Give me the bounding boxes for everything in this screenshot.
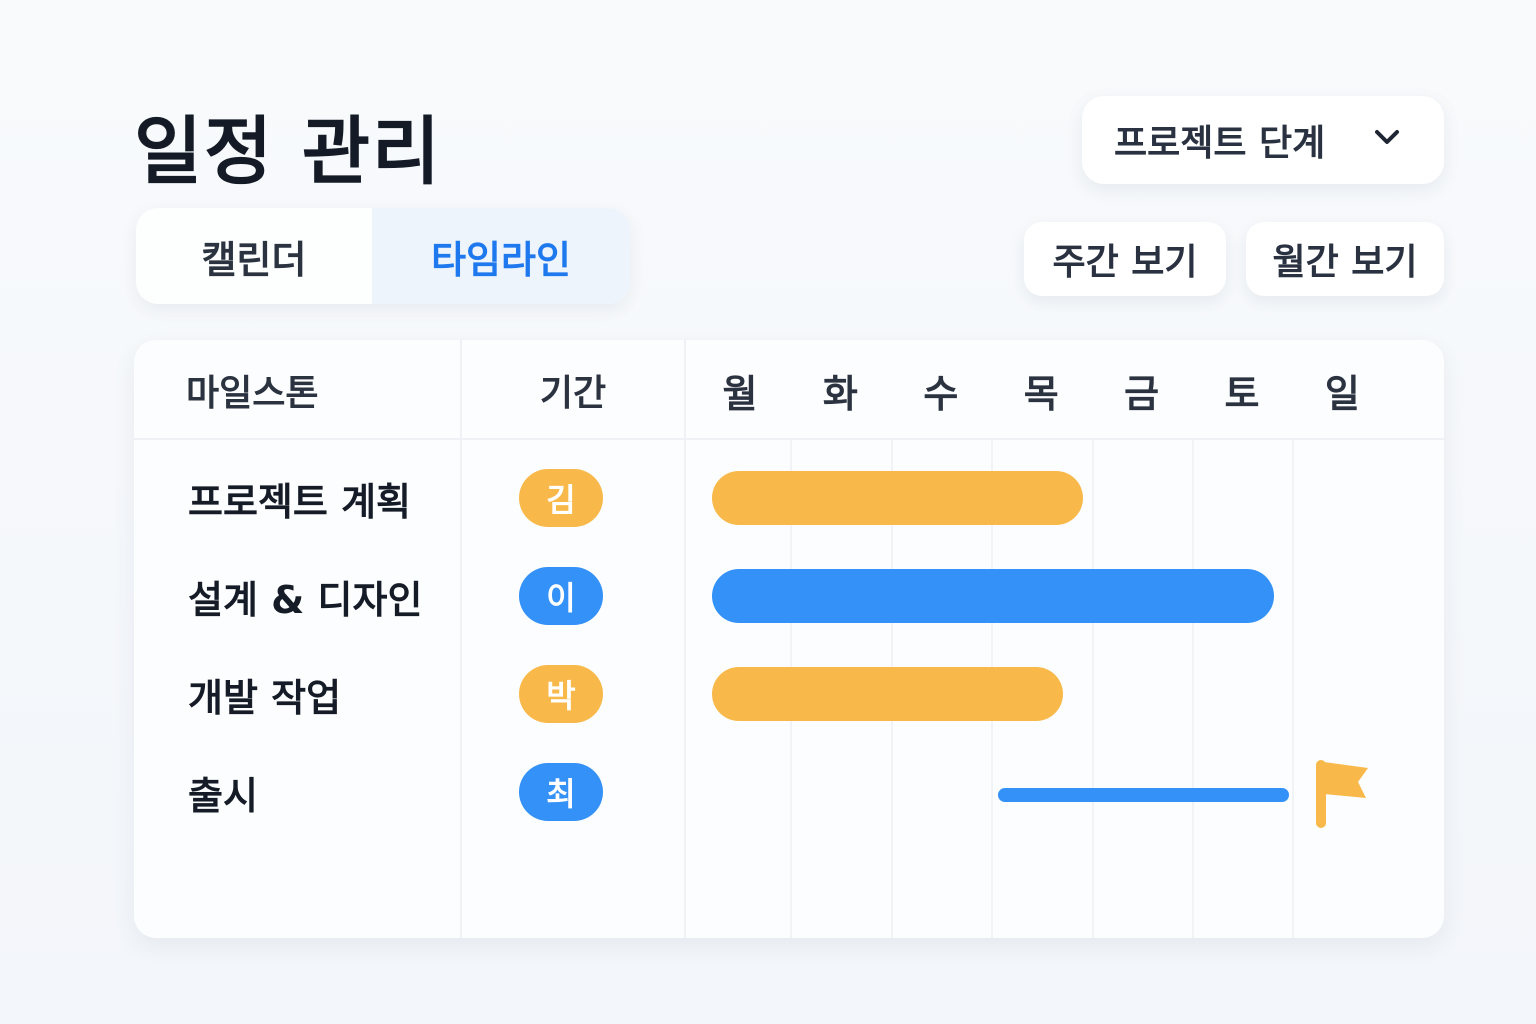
timeline-bar[interactable]	[712, 667, 1064, 721]
page-title: 일정 관리	[134, 109, 443, 195]
milestone-name: 프로젝트 계획	[188, 479, 411, 524]
flag-icon	[1314, 758, 1374, 830]
chevron-down-icon	[1372, 122, 1402, 152]
project-phase-dropdown[interactable]: 프로젝트 단계	[1082, 96, 1444, 184]
project-phase-dropdown-label: 프로젝트 단계	[1114, 123, 1326, 164]
weekly-view-button[interactable]: 주간 보기	[1024, 222, 1226, 296]
owner-badge[interactable]: 박	[519, 665, 603, 723]
header-period: 기간	[539, 373, 607, 414]
day-header: 목	[1023, 371, 1059, 416]
milestone-name: 개발 작업	[188, 675, 342, 720]
milestone-name: 설계 & 디자인	[188, 577, 423, 622]
timeline-line[interactable]	[998, 788, 1290, 802]
tab-calendar[interactable]: 캘린더	[136, 208, 372, 304]
day-grid-line	[1292, 440, 1295, 938]
view-tabs: 캘린더 타임라인	[136, 208, 630, 304]
column-divider	[684, 340, 686, 938]
tab-timeline[interactable]: 타임라인	[372, 208, 630, 304]
day-header: 월	[722, 371, 758, 416]
owner-badge[interactable]: 이	[519, 567, 603, 625]
day-header: 토	[1224, 371, 1260, 416]
header-milestone: 마일스톤	[186, 373, 319, 414]
day-header: 금	[1124, 371, 1160, 416]
monthly-view-button[interactable]: 월간 보기	[1246, 222, 1444, 296]
day-header: 일	[1324, 371, 1360, 416]
milestone-name: 출시	[188, 773, 258, 818]
timeline-bar[interactable]	[712, 471, 1084, 525]
day-header: 화	[822, 371, 858, 416]
day-grid-line	[1192, 440, 1194, 938]
day-grid-line	[1091, 440, 1094, 938]
timeline-table: 마일스톤 기간 월 화 수 목 금 토 일 프로젝트 계획 김설계 & 디자인 이개발 작업 박출…	[134, 340, 1444, 938]
timeline-bar[interactable]	[712, 569, 1275, 623]
owner-badge[interactable]: 최	[519, 763, 603, 821]
owner-badge[interactable]: 김	[519, 469, 603, 527]
day-header: 수	[923, 371, 959, 416]
